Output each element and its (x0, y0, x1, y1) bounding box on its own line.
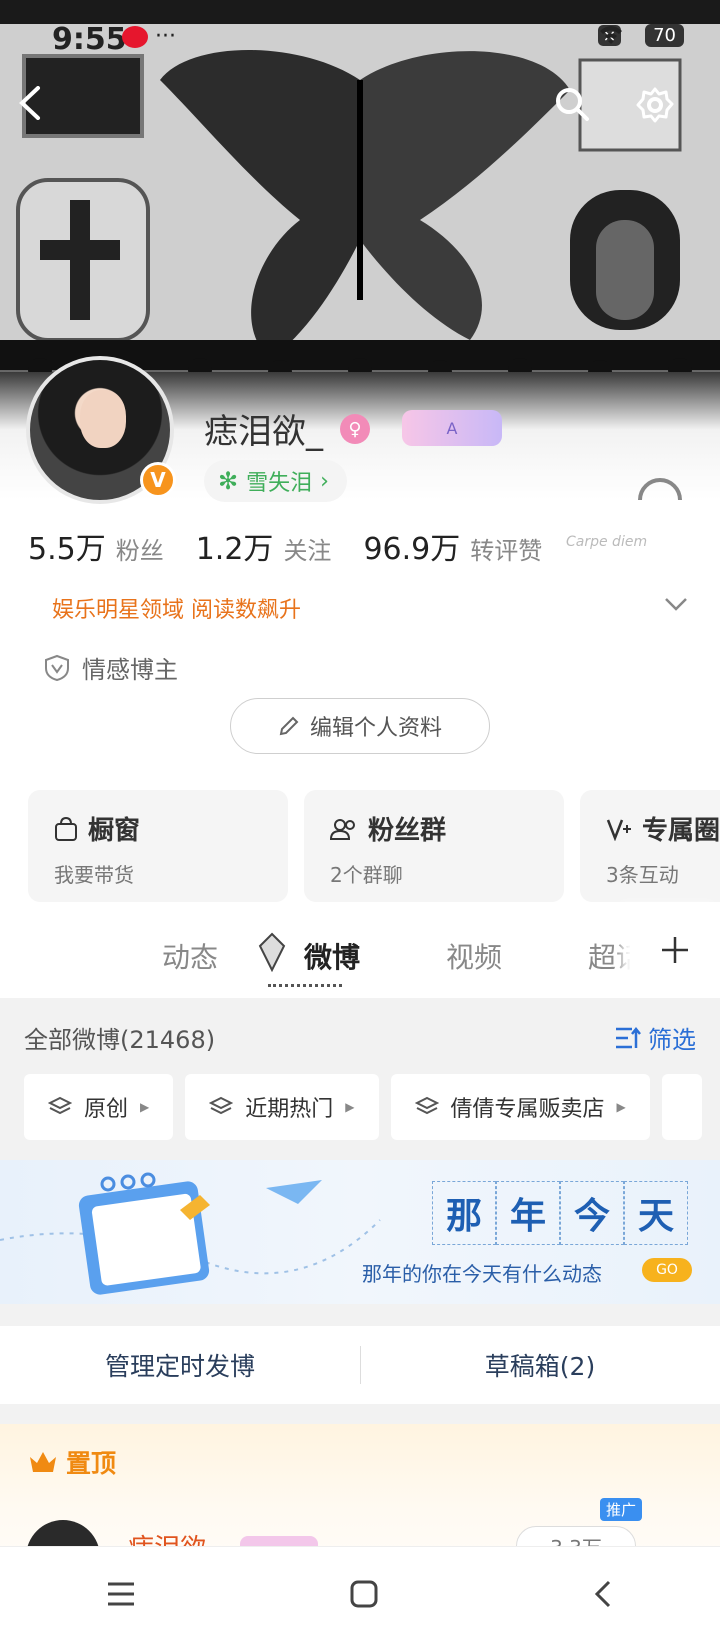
vip-badge[interactable]: A (402, 410, 502, 446)
role-label: 情感博主 (82, 656, 178, 684)
chevron-right-icon: › (320, 468, 329, 494)
filter-button[interactable]: 筛选 (614, 1020, 696, 1055)
chip-recent-hot[interactable]: 近期热门 ▶ (185, 1074, 379, 1140)
snowflake-icon: ✻ (218, 467, 239, 495)
weibo-icon (122, 26, 148, 48)
tab-underline (268, 984, 342, 990)
filter-label: 筛选 (648, 1026, 696, 1054)
back-nav-icon[interactable] (592, 1579, 614, 1609)
weibo-count: 全部微博(21468) (24, 1026, 216, 1054)
stat-following[interactable]: 1.2万 关注 (196, 524, 332, 568)
edit-profile-button[interactable]: 编辑个人资料 (230, 698, 490, 754)
domain-note[interactable]: 娱乐明星领域 阅读数飙升 (52, 592, 301, 624)
caret-right-icon: ▶ (345, 1100, 355, 1114)
scheduled-posts-button[interactable]: 管理定时发博 (0, 1347, 360, 1383)
manage-row: 管理定时发博 草稿箱(2) (0, 1326, 720, 1404)
add-tab-button[interactable] (630, 905, 720, 995)
pinned-title: 置顶 (66, 1449, 117, 1478)
divider (360, 1346, 361, 1384)
on-this-day-subtitle: 那年的你在今天有什么动态 (362, 1262, 602, 1286)
chip-original[interactable]: 原创 ▶ (24, 1074, 174, 1140)
layers-icon (209, 1096, 234, 1115)
group-chip-label: 雪失泪 (246, 471, 313, 496)
tab-weibo[interactable]: 微博 (304, 936, 360, 976)
stat-followers[interactable]: 5.5万 粉丝 (28, 524, 164, 568)
status-time: 9:55 (52, 22, 127, 57)
layers-icon (414, 1096, 439, 1115)
banner-script-text: Carpe diem (566, 534, 648, 550)
female-icon: ♀ (340, 414, 370, 444)
gear-icon (636, 87, 674, 123)
verified-badge: V (140, 462, 176, 498)
bag-icon (55, 816, 77, 841)
go-button[interactable]: GO (642, 1258, 692, 1282)
group-chip[interactable]: ✻ 雪失泪 › (204, 460, 347, 502)
back-button[interactable] (16, 86, 64, 134)
menu-icon[interactable] (106, 1581, 136, 1607)
battery-indicator: 70 (645, 24, 684, 47)
tab-supertopic[interactable]: 超话 (588, 936, 632, 976)
chip-exclusive-shop[interactable]: 倩倩专属贩卖店 ▶ (390, 1074, 650, 1140)
pencil-icon (279, 716, 299, 736)
settings-button[interactable] (636, 86, 684, 134)
tab-active-ornament-icon (258, 932, 286, 973)
drafts-button[interactable]: 草稿箱(2) (360, 1347, 720, 1383)
edit-profile-label: 编辑个人资料 (309, 716, 442, 741)
on-this-day-title: 那 年 今 天 (432, 1181, 688, 1245)
search-icon (556, 88, 589, 121)
plus-icon (662, 937, 688, 963)
shield-icon (45, 654, 69, 681)
back-arrow-icon (19, 86, 40, 120)
promo-tag[interactable]: 推广 (600, 1498, 643, 1521)
chevron-down-icon (665, 598, 687, 611)
home-icon[interactable] (349, 1579, 379, 1609)
tab-video[interactable]: 视频 (446, 936, 502, 976)
v-plus-icon (606, 819, 631, 841)
feature-cards: 橱窗 我要带货 粉丝群 2个群聊 专属圈 3条互动 (28, 790, 720, 902)
status-right: × 70 (597, 24, 684, 47)
stat-engagement[interactable]: 96.9万 转评赞 (363, 524, 542, 568)
layers-icon (48, 1096, 72, 1115)
role-row: 情感博主 (44, 650, 178, 685)
card-exclusive-circle[interactable]: 专属圈 3条互动 (580, 790, 720, 902)
tab-activity[interactable]: 动态 (162, 936, 218, 976)
chip-overflow[interactable] (661, 1074, 702, 1140)
pinned-title-row: 置顶 (28, 1444, 116, 1480)
card-showcase[interactable]: 橱窗 我要带货 (28, 790, 288, 902)
search-button[interactable] (554, 86, 602, 134)
expand-button[interactable] (664, 596, 688, 616)
profile-username: 痣泪欲_ (204, 412, 323, 452)
profile-stats: 5.5万 粉丝 1.2万 关注 96.9万 转评赞 (28, 524, 542, 568)
group-icon (330, 818, 355, 840)
status-app-icons: ··· (122, 24, 176, 49)
caret-right-icon: ▶ (616, 1100, 626, 1114)
profile-page: 9:55 ··· × 70 V 痣泪欲_ ♀ A ✻ 雪失泪 › (0, 0, 720, 1640)
crown-icon (30, 1452, 56, 1472)
more-dots: ··· (155, 24, 176, 49)
card-fan-group[interactable]: 粉丝群 2个群聊 (304, 790, 564, 902)
filter-chips: 原创 ▶ 近期热门 ▶ 倩倩专属贩卖店 ▶ (24, 1074, 702, 1140)
profile-tabs: 动态 微博 视频 超话 (0, 900, 720, 1000)
caret-right-icon: ▶ (140, 1100, 150, 1114)
system-nav-bar (0, 1546, 720, 1640)
filter-icon (616, 1026, 641, 1048)
